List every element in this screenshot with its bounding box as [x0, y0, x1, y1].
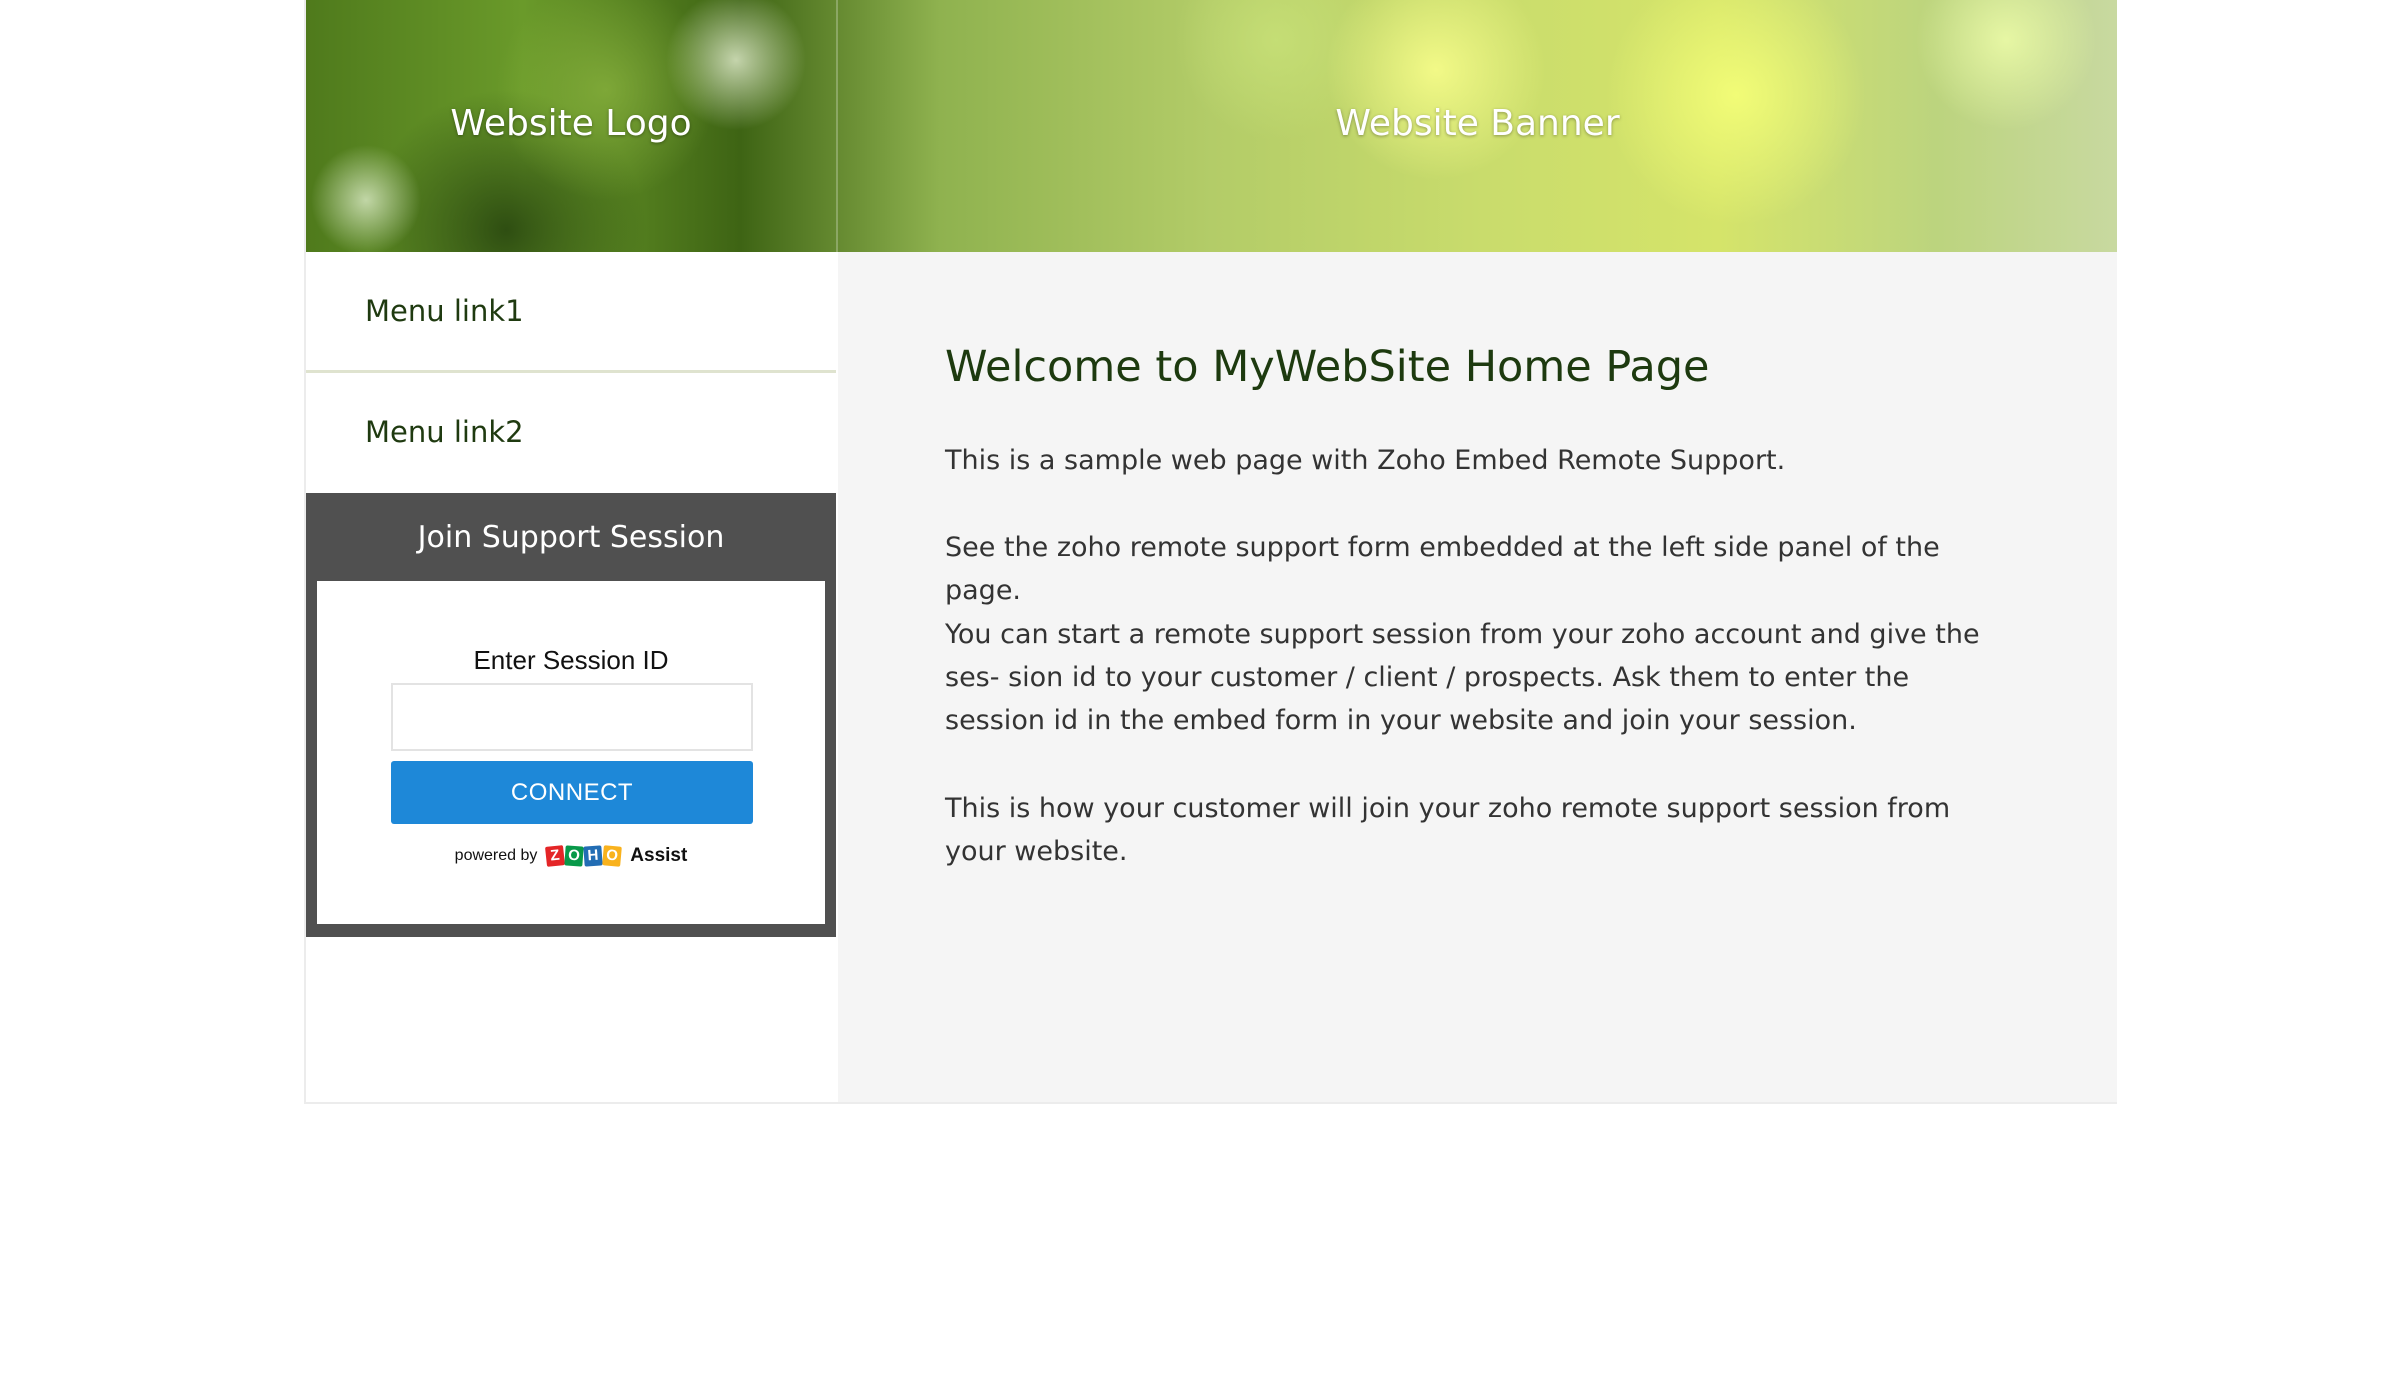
content-paragraph: This is a sample web page with Zoho Embe… [945, 445, 1786, 476]
connect-button[interactable]: CONNECT [391, 761, 753, 824]
page-frame: Website Logo Website Banner Menu link1 M… [304, 0, 2117, 1104]
session-id-input[interactable] [391, 683, 753, 751]
sidebar: Menu link1 Menu link2 Join Support Sessi… [306, 252, 836, 1102]
session-id-label: Enter Session ID [473, 645, 669, 675]
menu-link-1[interactable]: Menu link1 [306, 252, 836, 373]
website-logo[interactable]: Website Logo [306, 103, 836, 144]
content-paragraph: This is how your customer will join your… [945, 793, 1951, 867]
site-header: Website Logo Website Banner [306, 0, 2117, 252]
zoho-letter: O [564, 845, 584, 867]
powered-by-text: powered by [454, 847, 538, 865]
support-form: Enter Session ID CONNECT powered by Z O … [317, 581, 825, 924]
zoho-letter: Z [544, 845, 565, 867]
zoho-logo-icon: Z O H O [544, 845, 622, 867]
powered-by-footer: powered by Z O H O Assist [317, 845, 825, 867]
page-title: Welcome to MyWebSite Home Page [945, 342, 1710, 392]
main-content: Welcome to MyWebSite Home Page This is a… [838, 252, 2117, 1102]
content-paragraph: See the zoho remote support form embedde… [945, 532, 1940, 606]
join-support-widget: Join Support Session Enter Session ID CO… [306, 493, 836, 937]
zoho-letter: H [583, 845, 603, 867]
assist-product-name: Assist [630, 845, 688, 866]
support-widget-title: Join Support Session [417, 520, 725, 555]
website-banner: Website Banner [1335, 103, 1620, 144]
zoho-letter: O [602, 845, 622, 867]
menu-link-2[interactable]: Menu link2 [306, 373, 836, 491]
content-paragraph: You can start a remote support session f… [945, 619, 1980, 736]
